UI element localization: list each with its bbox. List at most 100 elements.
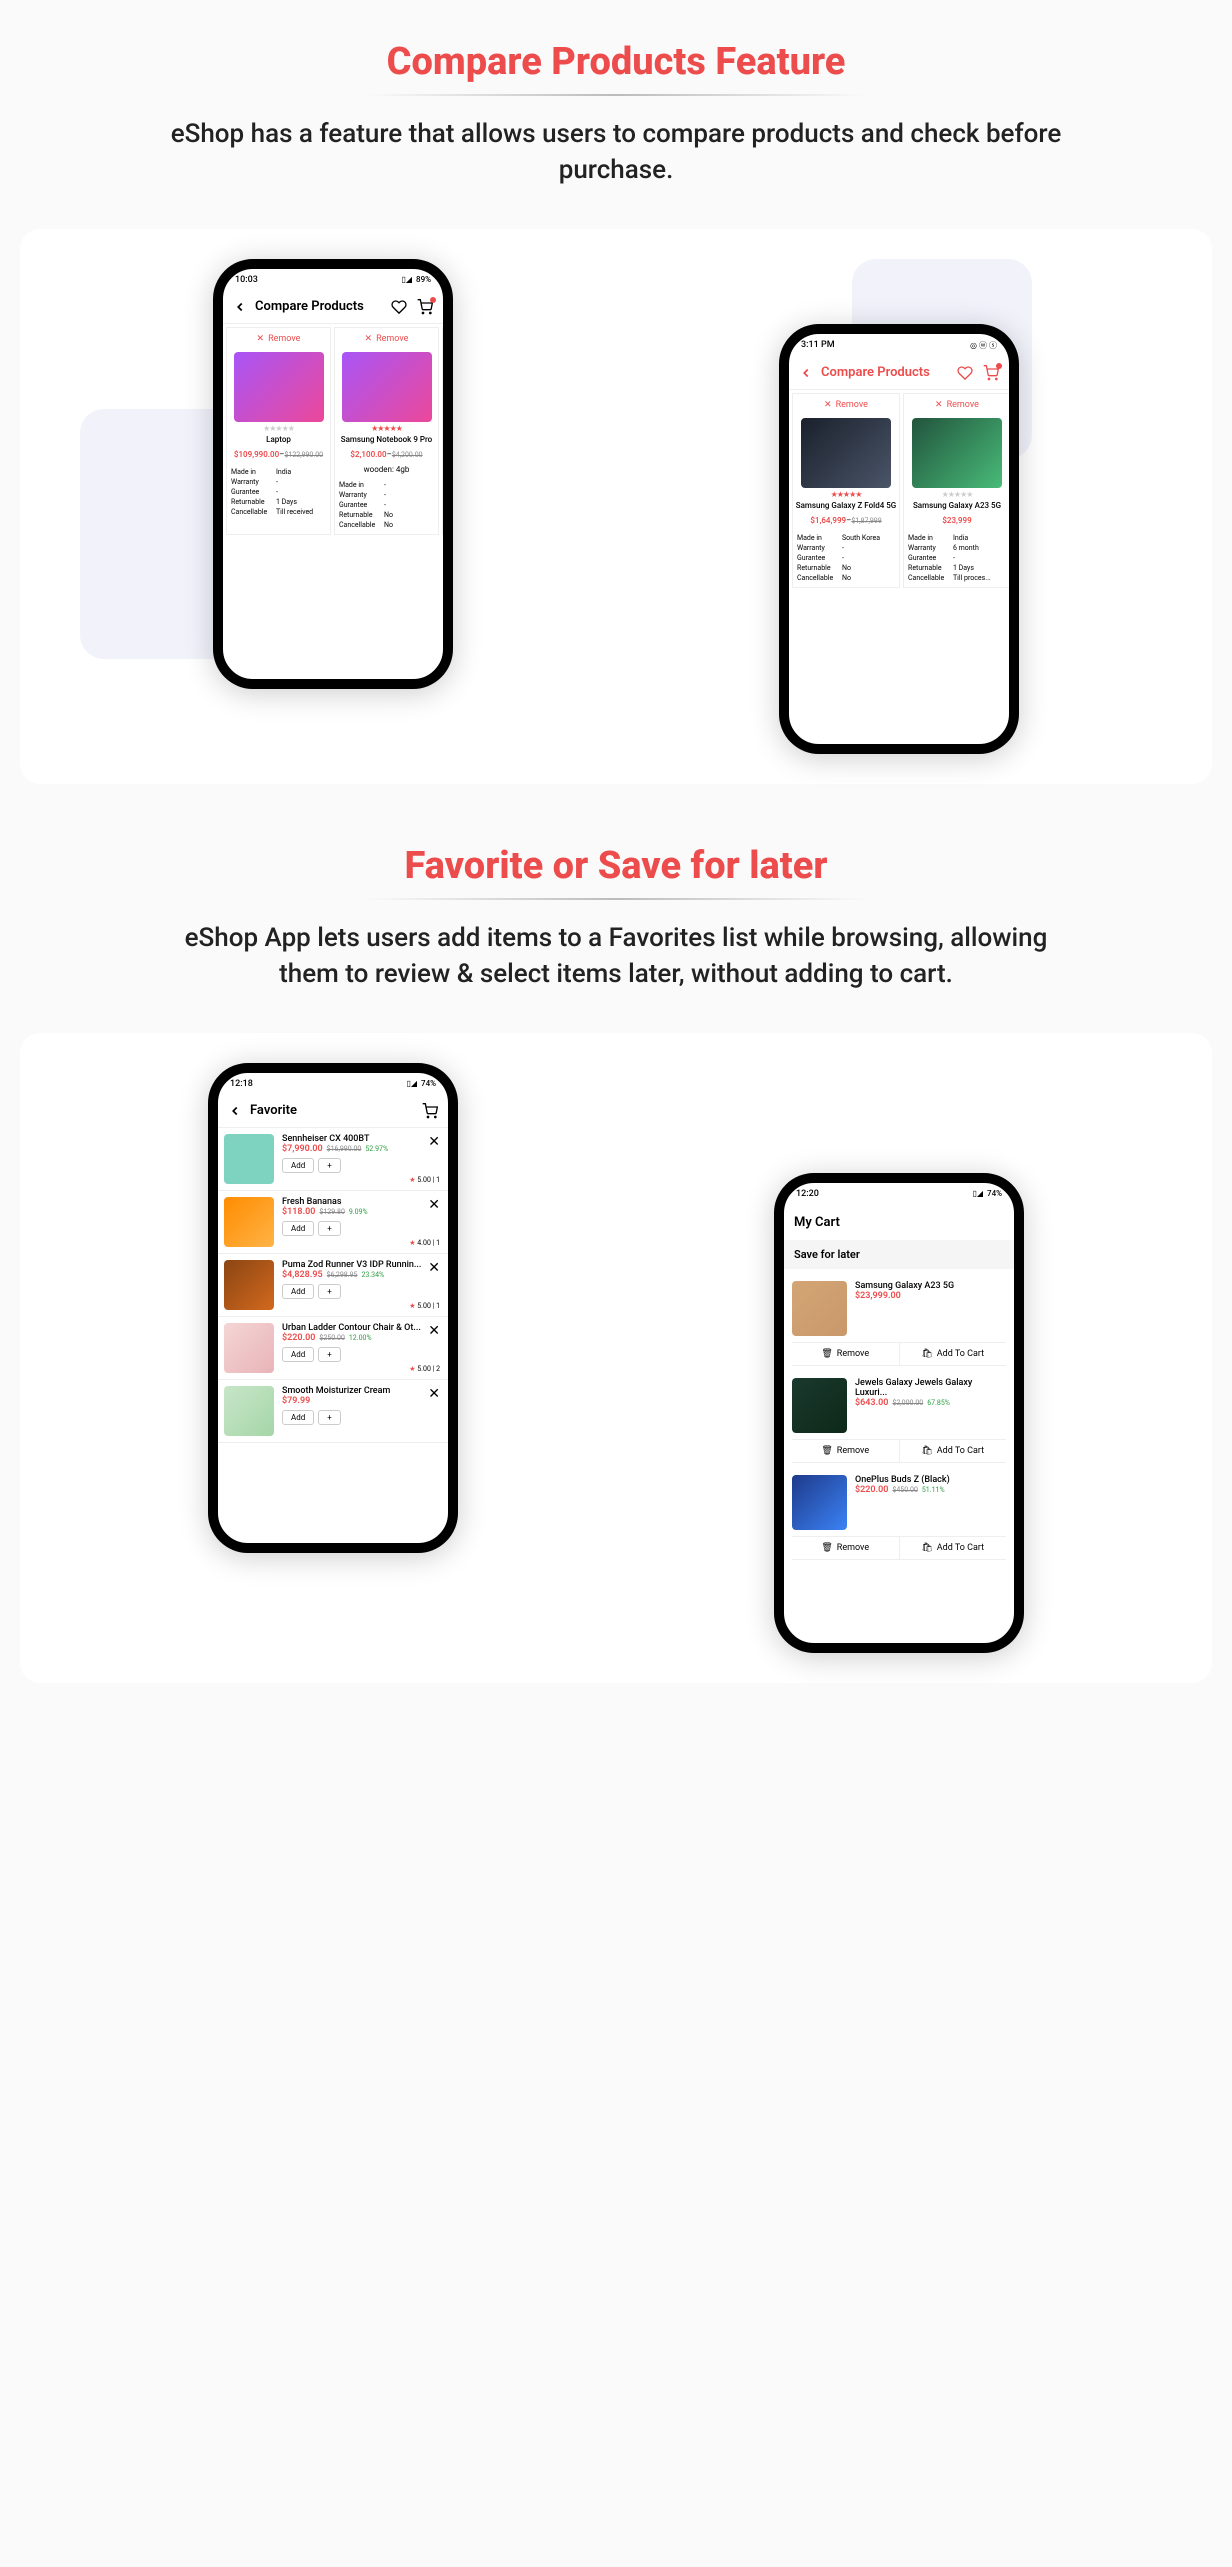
- bag-icon: 🛍: [921, 1446, 932, 1456]
- spec-value: No: [842, 574, 895, 582]
- product-image: [801, 418, 891, 488]
- remove-button[interactable]: ✕Remove: [227, 328, 330, 350]
- signal-icon: ▯◢: [401, 275, 412, 284]
- back-icon[interactable]: [799, 366, 813, 380]
- compare-card-peek: [442, 327, 443, 535]
- close-icon[interactable]: ✕: [428, 1197, 440, 1213]
- favorite-item: Fresh Bananas $118.00 $129.80 9.09% Add …: [218, 1191, 448, 1254]
- rating-stars: ★★★★★: [227, 424, 330, 433]
- cart-icon[interactable]: [983, 365, 999, 381]
- add-button[interactable]: Add: [282, 1284, 314, 1299]
- remove-button[interactable]: 🗑 Remove: [792, 1537, 900, 1559]
- spec-label: Made in: [231, 468, 276, 476]
- price-now: $109,990.00: [234, 450, 279, 459]
- remove-button[interactable]: ✕Remove: [793, 394, 899, 416]
- price-now: $1,64,999: [810, 516, 846, 525]
- spec-value: No: [384, 521, 434, 529]
- cart-icon[interactable]: [417, 299, 433, 315]
- favorite-item: Puma Zod Runner V3 IDP Runnin... $4,828.…: [218, 1254, 448, 1317]
- price-now: $7,990.00: [282, 1144, 323, 1154]
- status-bar: 10:03 ▯◢ 89%: [223, 269, 443, 291]
- spec-value: No: [842, 564, 895, 572]
- compare-grid: ✕Remove ★★★★★ Samsung Galaxy Z Fold4 5G …: [789, 390, 1009, 591]
- heart-icon[interactable]: [391, 299, 407, 315]
- app-header: Compare Products: [789, 357, 1009, 390]
- remove-label: Remove: [268, 334, 300, 344]
- back-icon[interactable]: [228, 1104, 242, 1118]
- section-title: Favorite or Save for later: [0, 844, 1232, 888]
- status-time: 10:03: [235, 275, 258, 285]
- remove-button[interactable]: 🗑 Remove: [792, 1440, 900, 1462]
- favorite-list: Sennheiser CX 400BT $7,990.00 $16,990.00…: [218, 1128, 448, 1443]
- price-now: $220.00: [282, 1333, 315, 1343]
- battery-text: 74%: [421, 1079, 436, 1088]
- star-icon: ★: [409, 1302, 415, 1310]
- title-underline: [366, 898, 866, 900]
- compare-showcase: 10:03 ▯◢ 89% Compare Products ✕Remove: [20, 229, 1212, 784]
- spec-value: -: [384, 501, 434, 509]
- add-plus-button[interactable]: +: [318, 1221, 341, 1236]
- signal-icon: ▯◢: [406, 1079, 417, 1088]
- spec-label: Returnable: [797, 564, 842, 572]
- add-plus-button[interactable]: +: [318, 1410, 341, 1425]
- price-old: $129.80: [319, 1208, 344, 1216]
- remove-label: Remove: [376, 334, 408, 344]
- spec-label: Made in: [339, 481, 384, 489]
- discount: 67.85%: [927, 1399, 950, 1407]
- rating: ★ 5.00 | 2: [409, 1365, 440, 1373]
- rating: ★ 5.00 | 1: [409, 1302, 440, 1310]
- price-row: $23,999: [904, 512, 1009, 529]
- add-plus-button[interactable]: +: [318, 1284, 341, 1299]
- trash-icon: 🗑: [821, 1446, 832, 1456]
- discount: 12.00%: [349, 1334, 372, 1342]
- back-icon[interactable]: [233, 300, 247, 314]
- add-to-cart-button[interactable]: 🛍 Add To Cart: [900, 1343, 1007, 1365]
- spec-label: Returnable: [908, 564, 953, 572]
- close-icon[interactable]: ✕: [428, 1260, 440, 1276]
- phone-compare-1: 10:03 ▯◢ 89% Compare Products ✕Remove: [213, 259, 453, 689]
- product-title: Samsung Galaxy A23 5G: [855, 1281, 1006, 1291]
- spec-value: 1 Days: [953, 564, 1006, 572]
- spec-label: Gurantee: [339, 501, 384, 509]
- add-to-cart-button[interactable]: 🛍 Add To Cart: [900, 1537, 1007, 1559]
- status-bar: 12:18 ▯◢74%: [218, 1073, 448, 1095]
- close-icon[interactable]: ✕: [428, 1386, 440, 1402]
- variant-label: wooden: 4gb: [364, 465, 410, 474]
- product-title: Fresh Bananas: [282, 1197, 442, 1207]
- title-underline: [366, 94, 866, 96]
- cart-icon[interactable]: [422, 1103, 438, 1119]
- header-title: Compare Products: [821, 365, 949, 380]
- spec-value: -: [384, 481, 434, 489]
- add-button[interactable]: Add: [282, 1410, 314, 1425]
- product-name: Samsung Galaxy Z Fold4 5G: [793, 499, 899, 512]
- spec-label: Warranty: [797, 544, 842, 552]
- remove-button[interactable]: 🗑 Remove: [792, 1343, 900, 1365]
- add-plus-button[interactable]: +: [318, 1158, 341, 1173]
- add-plus-button[interactable]: +: [318, 1347, 341, 1362]
- spec-label: Gurantee: [797, 554, 842, 562]
- spec-table: Made inIndia Warranty6 month Gurantee- R…: [904, 529, 1009, 587]
- favorite-showcase: 12:18 ▯◢74% Favorite Sennheiser CX 400BT…: [20, 1033, 1212, 1683]
- spec-value: -: [276, 478, 326, 486]
- spec-value: -: [953, 554, 1006, 562]
- product-thumb: [792, 1281, 847, 1336]
- close-icon[interactable]: ✕: [428, 1323, 440, 1339]
- remove-label: Remove: [947, 400, 979, 410]
- spec-value: Till proces...: [953, 574, 1006, 582]
- product-thumb: [792, 1378, 847, 1433]
- spec-value: 1 Days: [276, 498, 326, 506]
- add-button[interactable]: Add: [282, 1158, 314, 1173]
- add-to-cart-button[interactable]: 🛍 Add To Cart: [900, 1440, 1007, 1462]
- add-button[interactable]: Add: [282, 1221, 314, 1236]
- favorite-item: Sennheiser CX 400BT $7,990.00 $16,990.00…: [218, 1128, 448, 1191]
- remove-button[interactable]: ✕Remove: [335, 328, 438, 350]
- product-name: Samsung Notebook 9 Pro: [335, 433, 438, 446]
- add-button[interactable]: Add: [282, 1347, 314, 1362]
- heart-icon[interactable]: [957, 365, 973, 381]
- status-icons: ▯◢74%: [972, 1189, 1002, 1198]
- remove-button[interactable]: ✕Remove: [904, 394, 1009, 416]
- product-title: Smooth Moisturizer Cream: [282, 1386, 442, 1396]
- spec-label: Returnable: [231, 498, 276, 506]
- discount: 23.34%: [361, 1271, 384, 1279]
- close-icon[interactable]: ✕: [428, 1134, 440, 1150]
